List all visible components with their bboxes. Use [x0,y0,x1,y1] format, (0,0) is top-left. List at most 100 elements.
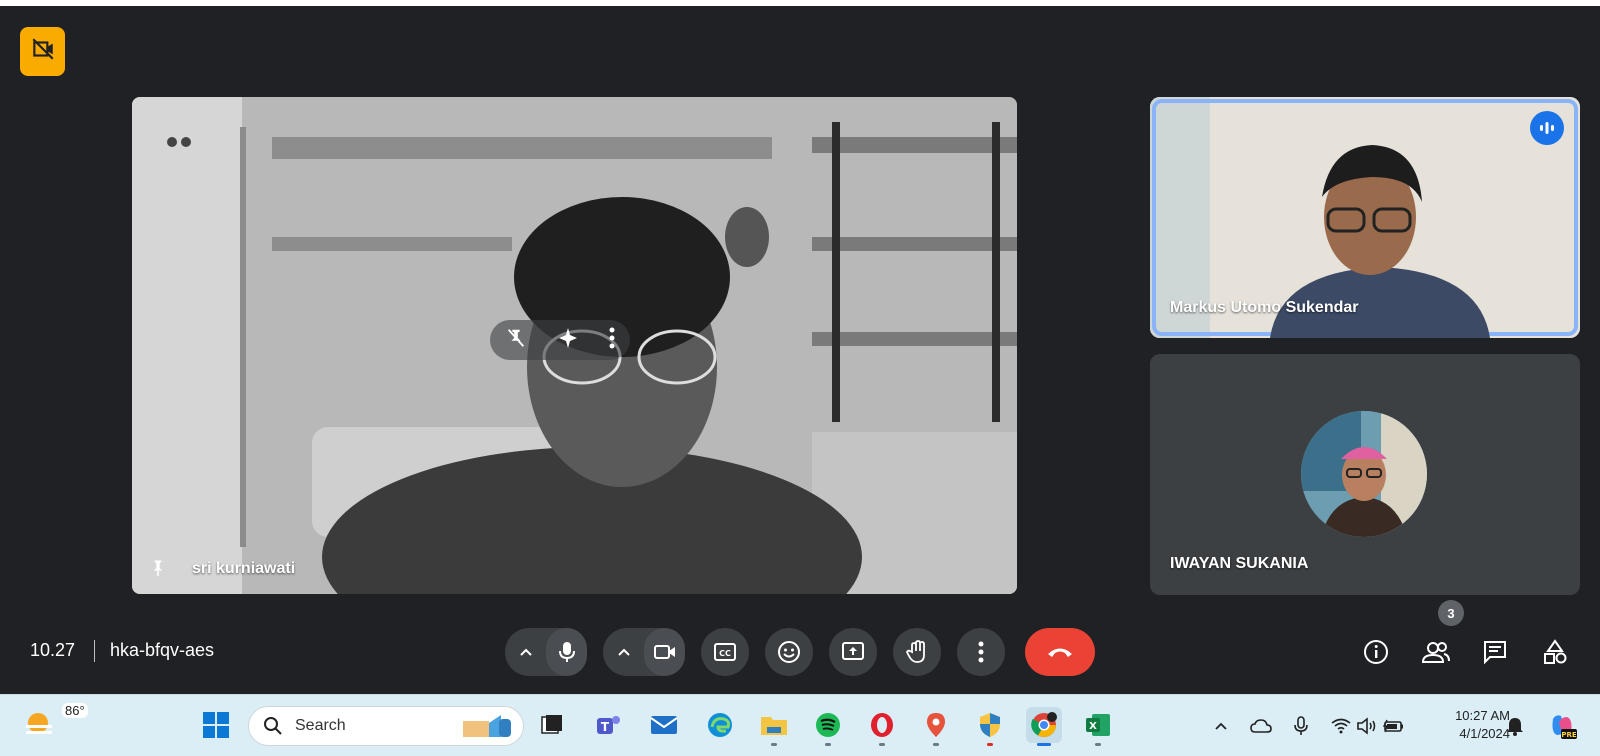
running-indicator [771,743,777,746]
network-button[interactable] [1328,713,1354,739]
participant-tile-1[interactable]: Markus Utomo Sukendar [1150,97,1580,338]
svg-text:T: T [601,720,610,734]
chevron-up-icon [1215,722,1227,730]
microphone-button[interactable] [546,628,587,676]
participant-tile-2[interactable]: IWAYAN SUKANIA [1150,354,1580,595]
more-options-icon[interactable] [609,327,615,354]
audio-options-button[interactable] [505,628,546,676]
present-screen-icon [842,642,864,660]
closed-captions-icon: CC [714,643,736,661]
people-icon [1421,642,1450,663]
notifications-button[interactable] [1502,713,1528,739]
onedrive-button[interactable] [1248,713,1274,739]
taskbar-mail[interactable] [646,707,682,743]
taskbar-edge[interactable] [702,707,738,743]
taskbar-file-explorer[interactable] [756,707,792,746]
volume-button[interactable] [1354,713,1380,739]
copilot-button[interactable]: PRE [1546,710,1578,742]
copilot-icon: PRE [1552,715,1577,739]
leave-call-button[interactable] [1025,628,1095,676]
camera-button[interactable] [644,628,685,676]
battery-button[interactable] [1380,713,1406,739]
running-indicator [879,743,885,746]
chevron-up-icon [617,648,630,656]
captions-button[interactable]: CC [701,628,749,676]
microphone-icon [558,642,575,662]
people-button[interactable] [1414,630,1458,674]
spotify-icon [816,713,840,737]
video-options-button[interactable] [603,628,644,676]
chat-button[interactable] [1473,630,1517,674]
running-indicator [987,743,993,746]
raise-hand-button[interactable] [893,628,941,676]
meeting-details-button[interactable] [1354,630,1398,674]
search-placeholder: Search [295,717,346,734]
show-hidden-icons-button[interactable] [1208,713,1234,739]
weather-temperature: 86° [62,703,88,718]
main-participant-name: sri kurniawati [192,560,296,577]
reactions-button[interactable] [765,628,813,676]
search-highlight-icon [463,715,511,737]
teams-icon: T [597,716,620,734]
chrome-icon [1031,712,1057,738]
running-indicator [825,743,831,746]
taskbar-teams[interactable]: T [590,707,626,743]
microphone-tray-button[interactable] [1288,713,1314,739]
meet-stage: sri kurniawati Markus Utomo Sukendar IWA… [0,6,1600,694]
start-button[interactable] [198,707,234,743]
taskbar-opera[interactable] [864,707,900,746]
effects-sparkle-icon[interactable] [556,326,580,355]
sun-weather-icon [26,713,52,734]
present-button[interactable] [829,628,877,676]
more-options-button[interactable] [957,628,1005,676]
windows-logo-icon [203,712,229,738]
speaking-indicator [1530,111,1564,145]
running-indicator [933,743,939,746]
pin-icon[interactable] [148,557,168,584]
participant-2-name: IWAYAN SUKANIA [1170,555,1309,572]
camera-control [603,628,685,676]
main-video-tile[interactable]: sri kurniawati [132,97,1017,594]
microphone-control [505,628,587,676]
mail-icon [650,716,678,734]
battery-charging-icon [1382,719,1403,733]
recording-badge[interactable] [20,27,65,76]
meeting-controls-bar: 10.27 hka-bfqv-aes CC 3 [0,600,1600,694]
shapes-icon [1544,639,1567,664]
taskbar-excel[interactable]: X [1080,707,1116,746]
hand-icon [906,640,925,663]
chevron-up-icon [519,648,532,656]
no-video-icon [30,36,56,67]
shield-icon [980,713,1000,737]
video-camera-icon [653,645,675,659]
emoji-icon [778,641,800,663]
microphone-icon [1294,716,1308,735]
task-view-button[interactable] [534,707,570,743]
taskbar-chrome[interactable] [1026,707,1062,746]
taskbar-security[interactable] [972,707,1008,746]
active-indicator [1037,743,1051,746]
clock-date: 4/1/2024 [1459,726,1510,741]
task-view-icon [541,715,562,734]
more-vertical-icon [978,641,984,663]
separator [94,640,95,662]
excel-icon: X [1086,714,1110,736]
edge-browser-icon [708,713,732,737]
svg-text:X: X [1089,721,1097,732]
participant-2-avatar [1301,411,1427,537]
running-indicator [1095,743,1101,746]
taskbar-spotify[interactable] [810,707,846,746]
people-count-badge: 3 [1438,600,1464,626]
wifi-icon [1331,718,1351,734]
weather-widget[interactable]: 86° [22,703,88,745]
tile-overlay-controls [490,320,630,360]
taskbar-clock[interactable]: 10:27 AM 4/1/2024 [1430,707,1510,743]
cloud-icon [1250,719,1272,733]
unpin-icon[interactable] [505,327,527,354]
taskbar-maps[interactable] [918,707,954,746]
activities-button[interactable] [1533,630,1577,674]
chat-icon [1484,641,1506,665]
meeting-time: 10.27 [30,640,76,660]
opera-icon [871,713,893,737]
taskbar-search[interactable]: Search [248,706,524,746]
